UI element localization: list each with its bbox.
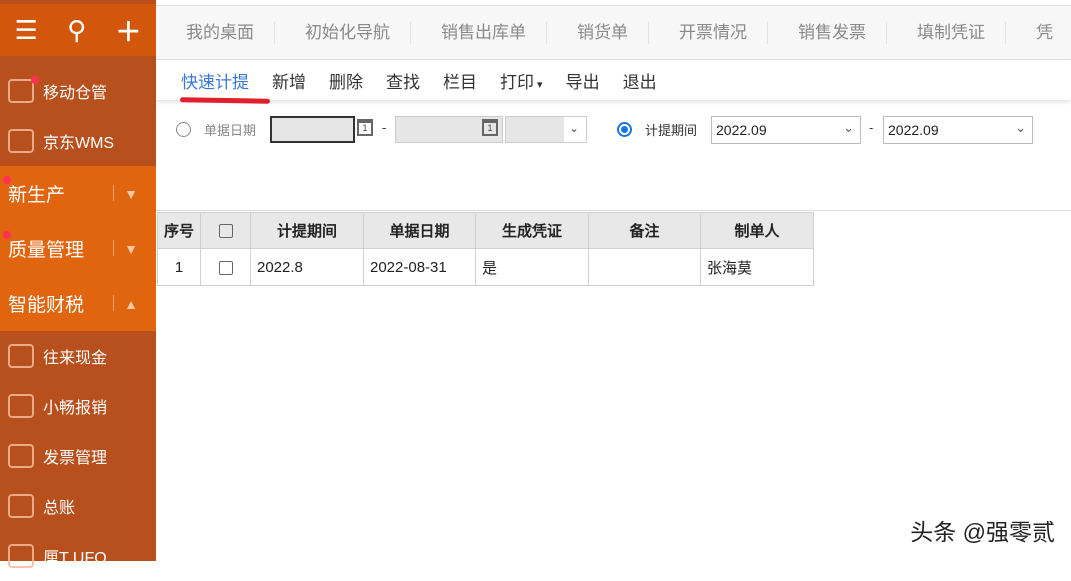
sidebar-item-mobile-warehouse[interactable]: 移动仓管	[0, 66, 156, 116]
exit-button[interactable]: 退出	[623, 68, 657, 93]
search-icon[interactable]: ⚲	[67, 15, 86, 46]
tab-voucher[interactable]: 填制凭证	[887, 21, 1006, 44]
accrual-table: 序号 计提期间 单据日期 生成凭证 备注 制单人 1 2022.8 2022-0…	[157, 212, 814, 286]
col-doc-date: 单据日期	[363, 212, 476, 249]
tab-bar: 我的桌面 初始化导航 销售出库单 销货单 开票情况 销售发票 填制凭证 凭	[156, 5, 1071, 60]
sidebar-item-label: 发票管理	[43, 450, 108, 467]
calendar-icon[interactable]: 1	[482, 119, 498, 136]
tab-sales-order[interactable]: 销货单	[547, 21, 649, 44]
sidebar-item-label: 总账	[43, 500, 76, 517]
cell-remark	[588, 248, 701, 286]
col-period: 计提期间	[250, 212, 364, 249]
chevron-down-icon: ▾	[534, 78, 543, 91]
sidebar-item-label: 京东WMS	[43, 135, 115, 152]
period-to-value: 2022.09	[888, 122, 939, 138]
range-dash: -	[869, 120, 874, 135]
tab-sales-invoice[interactable]: 销售发票	[768, 21, 887, 44]
add-button[interactable]: 新增	[272, 68, 306, 93]
period-radio[interactable]	[617, 122, 632, 137]
columns-button[interactable]: 栏目	[443, 68, 477, 93]
cell-voucher: 是	[475, 248, 589, 286]
chevron-down-icon: ⌄	[1015, 120, 1026, 135]
calendar-icon[interactable]: 1	[357, 119, 373, 136]
col-select-all[interactable]	[200, 212, 251, 249]
invoice-icon	[8, 444, 34, 468]
doc-date-from-input[interactable]	[270, 116, 355, 143]
truck-icon	[8, 129, 34, 153]
period-label: 计提期间	[645, 123, 698, 138]
col-creator: 制单人	[700, 212, 814, 249]
col-index: 序号	[157, 212, 201, 249]
chevron-down-icon: ▼	[124, 185, 138, 202]
filter-row: 单据日期 1 - 1 ⌄ 计提期间 2022.09 ⌄ - 2022.09 ⌄	[156, 115, 1071, 145]
table-row[interactable]: 1 2022.8 2022-08-31 是 张海莫	[157, 248, 814, 286]
period-to-select[interactable]: 2022.09 ⌄	[883, 116, 1033, 144]
exchange-icon	[8, 344, 34, 368]
menu-icon[interactable]: ☰	[15, 15, 38, 46]
sidebar-item-ufo[interactable]: 厘T UFO	[0, 531, 156, 581]
table-header-row: 序号 计提期间 单据日期 生成凭证 备注 制单人	[157, 212, 814, 249]
plus-icon[interactable]: ＋	[115, 12, 141, 49]
export-button[interactable]: 导出	[566, 68, 600, 93]
select-all-checkbox[interactable]	[218, 224, 233, 239]
main-area: 我的桌面 初始化导航 销售出库单 销货单 开票情况 销售发票 填制凭证 凭 快速…	[156, 0, 1071, 561]
sidebar-item-label: 移动仓管	[43, 85, 108, 102]
toolbar: 快速计提 新增 删除 查找 栏目 打印 ▾ 导出 退出	[156, 60, 1071, 100]
sidebar-group-production[interactable]: 新生产 ▼	[0, 166, 156, 221]
cell-select[interactable]	[200, 248, 251, 286]
tab-sales-outbound[interactable]: 销售出库单	[411, 21, 547, 44]
col-voucher: 生成凭证	[475, 212, 589, 249]
period-from-value: 2022.09	[716, 122, 767, 138]
range-dash: -	[382, 120, 387, 135]
document-icon	[8, 544, 34, 568]
tab-invoicing[interactable]: 开票情况	[649, 21, 768, 44]
cell-index: 1	[157, 248, 201, 286]
period-from-select[interactable]: 2022.09 ⌄	[711, 116, 861, 144]
sidebar-item-cash[interactable]: 往来现金	[0, 331, 156, 381]
sidebar-toolbar: ☰ ⚲ ＋	[0, 0, 156, 56]
group-label: 智能财税	[8, 295, 85, 316]
ledger-icon	[8, 494, 34, 518]
print-button[interactable]: 打印 ▾	[500, 68, 543, 93]
group-label: 质量管理	[8, 240, 85, 261]
sidebar-group-finance[interactable]: 智能财税 ▲	[0, 276, 156, 331]
doc-date-label: 单据日期	[204, 123, 257, 138]
doc-date-radio[interactable]	[176, 122, 191, 137]
tab-desktop[interactable]: 我的桌面	[156, 21, 275, 44]
find-button[interactable]: 查找	[386, 68, 420, 93]
col-remark: 备注	[588, 212, 701, 249]
apps-icon	[8, 394, 34, 418]
cell-doc-date: 2022-08-31	[363, 248, 476, 286]
warehouse-icon	[8, 79, 34, 103]
sidebar: ☰ ⚲ ＋ 移动仓管 京东WMS 新生产 ▼ 质量管理 ▼ 智能财税 ▲ 往来现金 小…	[0, 0, 156, 568]
tab-init-guide[interactable]: 初始化导航	[275, 21, 411, 44]
chevron-down-icon: ⌄	[843, 120, 854, 135]
sidebar-item-jd-wms[interactable]: 京东WMS	[0, 116, 156, 166]
sidebar-item-label: 往来现金	[43, 350, 108, 367]
delete-button[interactable]: 删除	[329, 68, 363, 93]
cell-period: 2022.8	[250, 248, 364, 286]
cell-creator: 张海莫	[700, 248, 814, 286]
divider	[156, 210, 1071, 211]
group-label: 新生产	[8, 185, 66, 206]
print-label: 打印	[500, 72, 534, 92]
sidebar-item-label: 厘T UFO	[43, 550, 107, 567]
watermark: 头条 @强零贰	[910, 519, 1055, 545]
sidebar-group-quality[interactable]: 质量管理 ▼	[0, 221, 156, 276]
annotation-underline	[179, 97, 271, 104]
row-checkbox[interactable]	[218, 260, 233, 275]
sidebar-item-expense[interactable]: 小畅报销	[0, 381, 156, 431]
chevron-up-icon: ▲	[124, 295, 138, 312]
doc-date-select[interactable]: ⌄	[505, 116, 587, 143]
sidebar-item-label: 小畅报销	[43, 400, 108, 417]
sidebar-item-ledger[interactable]: 总账	[0, 481, 156, 531]
chevron-down-icon: ▼	[124, 240, 138, 257]
tab-more[interactable]: 凭	[1006, 22, 1071, 44]
quick-accrual-button[interactable]: 快速计提	[181, 68, 249, 93]
sidebar-item-invoice[interactable]: 发票管理	[0, 431, 156, 481]
chevron-down-icon: ⌄	[568, 121, 579, 135]
